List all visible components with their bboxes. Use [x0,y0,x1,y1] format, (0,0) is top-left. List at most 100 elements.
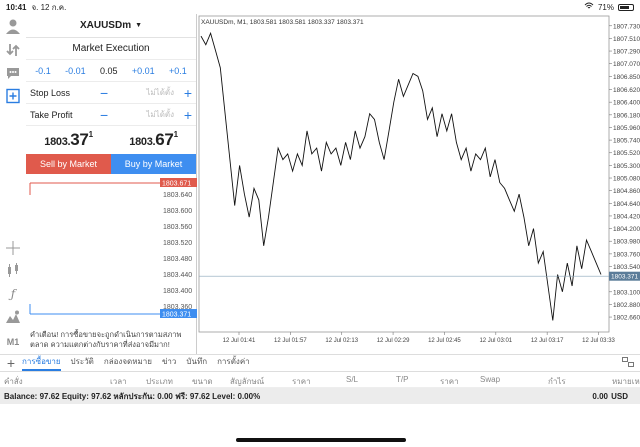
y-tick-label: 1806.850 [613,74,640,81]
battery-percent: 71% [597,2,614,12]
volume-minus-0-01-button[interactable]: -0.01 [65,66,86,76]
execution-type[interactable]: Market Execution [26,38,196,60]
tab-item[interactable]: การตั้งค่า [217,355,250,371]
x-tick-label: 12 Jul 02:45 [428,338,461,344]
caret-down-icon: ▼ [135,22,143,29]
indicators-icon[interactable]: ƒ [5,286,21,302]
volume-plus-0-1-button[interactable]: +0.1 [169,66,187,76]
x-tick-label: 12 Jul 01:41 [223,338,256,344]
bid-prefix: 1803. [44,136,71,148]
y-tick-label: 1807.290 [613,49,640,56]
crosshair-icon[interactable] [5,240,21,256]
stop-loss-label: Stop Loss [30,87,71,98]
buy-by-market-button[interactable]: Buy by Market [111,154,196,174]
new-order-icon[interactable] [5,88,21,104]
tick-level-label: 1803.400 [163,288,192,295]
price-chart[interactable]: XAUUSDm, M1, 1803.581 1803.581 1803.337 … [197,14,640,354]
column-header: สัญลักษณ์ [230,377,265,386]
y-tick-label: 1805.300 [613,163,640,170]
column-header: เวลา [110,377,127,386]
ask-tag: 1803.671 [162,181,191,188]
y-tick-label: 1802.660 [613,315,640,322]
y-tick-label: 1805.740 [613,138,640,145]
volume-plus-0-01-button[interactable]: +0.01 [132,66,155,76]
chart-type-icon[interactable] [5,262,21,278]
timeframe-button[interactable]: M1 [5,334,21,350]
tab-item[interactable]: บันทึก [186,355,207,371]
tab-item[interactable]: ข่าว [162,355,176,371]
wifi-icon [584,2,594,12]
status-date: จ. 12 ก.ค. [31,2,67,12]
tab-item[interactable]: การซื้อขาย [22,355,61,371]
balance-bar: Balance: 97.62 Equity: 97.62 หลักประกัน:… [0,388,640,404]
tab-item[interactable]: กล่องจดหมาย [104,355,152,371]
sell-by-market-button[interactable]: Sell by Market [26,154,111,174]
tick-level-label: 1803.600 [163,208,192,215]
current-price-tag: 1803.371 [611,274,638,281]
x-tick-label: 12 Jul 03:33 [582,338,615,344]
ask-prefix: 1803. [129,136,156,148]
trade-buttons: Sell by Market Buy by Market [26,154,196,174]
total-profit: 0.00 [592,391,608,401]
tab-list: การซื้อขาย ประวัติ กล่องจดหมาย ข่าว บันทึก กา… [22,355,260,371]
take-profit-label: Take Profit [30,109,73,120]
tick-chart: 1803.640 1803.600 1803.560 1803.520 1803.480… [26,174,197,324]
ask-sup: 1 [173,130,178,139]
column-header: S/L [346,375,359,384]
orders-table-header: คำสั่ง เวลา ประเภท ขนาด สัญลักษณ์ ราคา S/L T/P ร… [0,372,640,388]
y-tick-label: 1806.400 [613,100,640,107]
symbol-selector[interactable]: XAUUSDm ▼ [26,14,196,38]
y-tick-label: 1804.640 [613,201,640,208]
terminal-tabs: + การซื้อขาย ประวัติ กล่องจดหมาย ข่าว บันทึก… [0,354,640,372]
column-header: ขนาด [192,377,213,386]
y-tick-label: 1804.200 [613,226,640,233]
tick-chart-svg: 1803.640 1803.600 1803.560 1803.520 1803.480… [26,174,197,324]
y-tick-label: 1803.760 [613,251,640,258]
volume-input[interactable]: 0.05 [100,66,118,76]
y-tick-label: 1805.520 [613,150,640,157]
tick-level-label: 1803.560 [163,224,192,231]
y-tick-label: 1803.100 [613,289,640,296]
y-tick-label: 1805.960 [613,125,640,132]
column-header: คำสั่ง [4,377,23,386]
chart-title: XAUUSDm, M1, 1803.581 1803.581 1803.337 … [201,19,364,26]
price-chart-svg[interactable]: XAUUSDm, M1, 1803.581 1803.581 1803.337 … [197,14,640,354]
stop-loss-minus-button[interactable]: − [100,85,118,101]
stop-loss-plus-button[interactable]: + [184,85,192,101]
take-profit-row: Take Profit − ไม่ได้ตั้ง + [26,104,196,126]
tick-level-label: 1803.480 [163,256,192,263]
y-tick-label: 1803.540 [613,264,640,271]
add-icon[interactable]: + [0,355,22,371]
y-tick-label: 1807.510 [613,36,640,43]
account-icon[interactable] [5,18,21,34]
chat-icon[interactable] [5,65,21,81]
column-header: ประเภท [146,377,173,386]
order-panel: XAUUSDm ▼ Market Execution -0.1 -0.01 0.… [26,14,197,354]
status-time: 10:41 [6,2,27,12]
layout-icon[interactable] [622,357,634,369]
trade-arrows-icon[interactable] [5,42,21,58]
take-profit-plus-button[interactable]: + [184,107,192,123]
bid-big: 37 [70,130,89,149]
currency-label: USD [611,391,628,401]
stop-loss-input[interactable]: ไม่ได้ตั้ง [118,86,174,99]
y-tick-label: 1802.880 [613,302,640,309]
bid-price: 1803.371 [44,130,93,150]
objects-icon[interactable] [5,309,21,325]
y-tick-label: 1805.080 [613,176,640,183]
volume-minus-0-1-button[interactable]: -0.1 [35,66,51,76]
tab-item[interactable]: ประวัติ [71,355,94,371]
left-toolbar: ƒ M1 [0,14,26,354]
column-header: T/P [396,375,409,384]
y-tick-label: 1806.620 [613,87,640,94]
x-tick-label: 12 Jul 02:29 [377,338,410,344]
bid-tag: 1803.371 [162,312,191,319]
y-tick-label: 1804.420 [613,213,640,220]
stop-loss-row: Stop Loss − ไม่ได้ตั้ง + [26,82,196,104]
battery-icon [618,3,634,11]
take-profit-input[interactable]: ไม่ได้ตั้ง [118,108,174,121]
x-tick-label: 12 Jul 03:01 [479,338,512,344]
execution-warning: คำเตือน! การซื้อขายจะถูกดำเนินการตามสภาพ… [30,330,182,350]
tick-chart-bg [26,174,160,324]
take-profit-minus-button[interactable]: − [100,107,118,123]
